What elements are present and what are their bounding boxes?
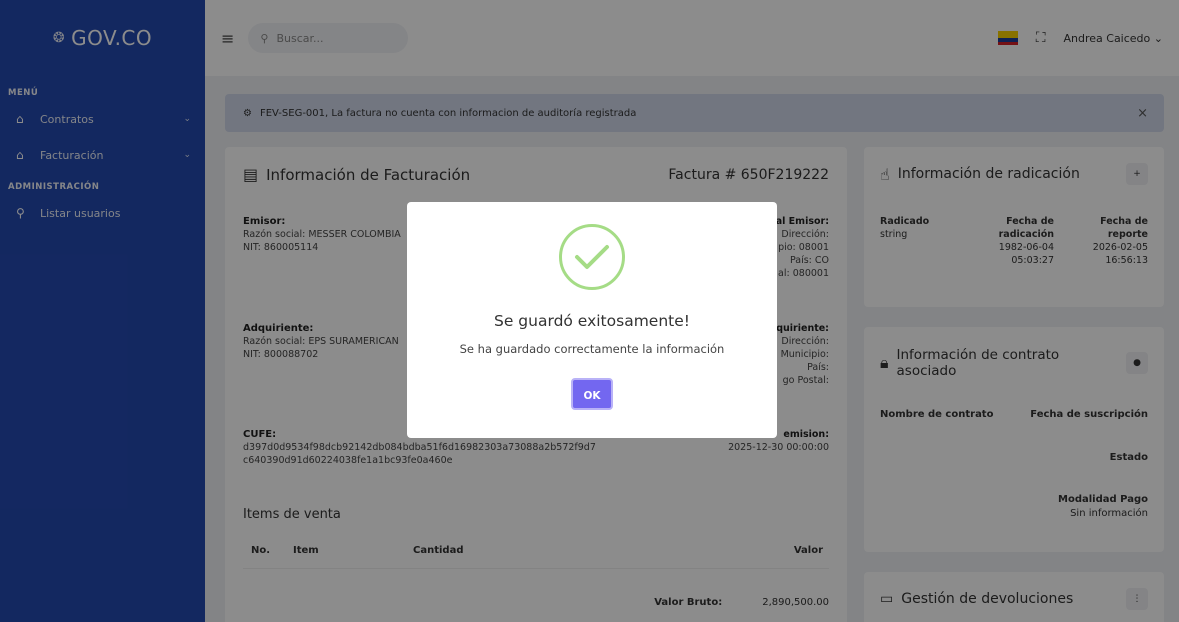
dialog-message: Se ha guardado correctamente la informac… [459, 342, 725, 356]
dialog-title: Se guardó exitosamente! [494, 312, 690, 330]
ok-button[interactable]: OK [571, 378, 613, 410]
success-check-icon [559, 224, 625, 290]
success-dialog: Se guardó exitosamente! Se ha guardado c… [407, 202, 777, 438]
